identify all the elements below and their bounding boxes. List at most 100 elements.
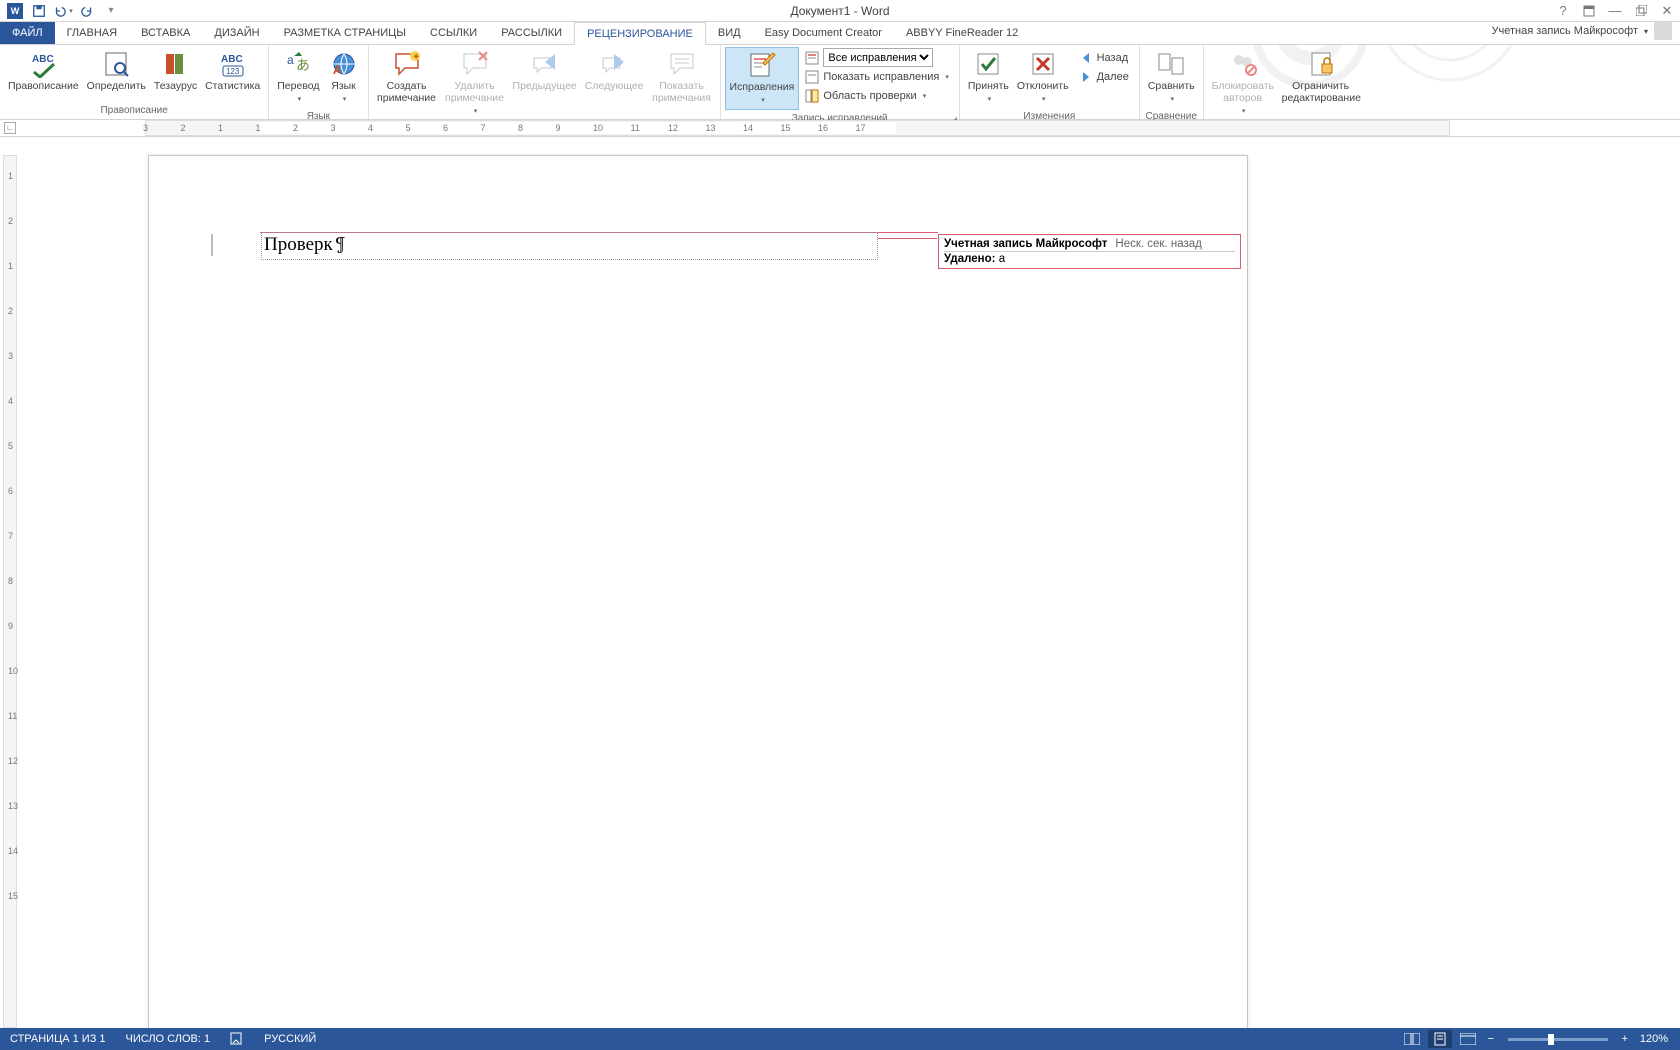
account-area[interactable]: Учетная запись Майкрософт ▾ xyxy=(1492,22,1672,40)
group-proofing: ABC Правописание Определить Тезаурус ABC… xyxy=(0,45,269,119)
tab-mailings[interactable]: РАССЫЛКИ xyxy=(489,22,574,44)
status-page[interactable]: СТРАНИЦА 1 ИЗ 1 xyxy=(0,1033,116,1045)
restrict-editing-button[interactable]: Ограничить редактирование xyxy=(1278,47,1364,106)
document-text[interactable]: Проверк xyxy=(262,231,335,257)
restore-icon[interactable] xyxy=(1628,1,1654,21)
delete-comment-icon xyxy=(459,49,491,79)
balloon-deleted-label: Удалено: xyxy=(944,253,995,265)
tab-abbyy[interactable]: ABBYY FineReader 12 xyxy=(894,22,1030,44)
new-comment-button[interactable]: ✦ Создать примечание xyxy=(373,47,441,106)
track-changes-button[interactable]: Исправления▾ xyxy=(725,47,800,110)
prev-comment-button: Предыдущее xyxy=(509,47,581,94)
previous-change-button[interactable]: Назад xyxy=(1075,48,1133,67)
next-change-icon xyxy=(1079,70,1093,84)
group-tracking: Исправления▾ Все исправления Показать ис… xyxy=(721,45,960,119)
language-button[interactable]: A Язык▾ xyxy=(324,47,364,108)
word-count-button[interactable]: ABC123 Статистика xyxy=(201,47,264,94)
display-for-review-dropdown[interactable]: Все исправления xyxy=(801,48,952,67)
tab-home[interactable]: ГЛАВНАЯ xyxy=(55,22,129,44)
tab-review[interactable]: РЕЦЕНЗИРОВАНИЕ xyxy=(574,22,706,45)
next-change-button[interactable]: Далее xyxy=(1075,67,1133,86)
vertical-ruler[interactable]: 12123456789101112131415 xyxy=(0,137,20,1028)
title-bar: W ▾ ▾ Документ1 - Word ? — ✕ xyxy=(0,0,1680,22)
balloon-deleted-text: а xyxy=(999,253,1005,265)
word-app-icon[interactable]: W xyxy=(4,1,26,21)
balloon-author: Учетная запись Майкрософт xyxy=(944,238,1107,250)
next-comment-icon xyxy=(598,49,630,79)
tab-view[interactable]: ВИД xyxy=(706,22,753,44)
group-protect: Блокировать авторов▾ Ограничить редактир… xyxy=(1204,45,1368,119)
tab-file[interactable]: ФАЙЛ xyxy=(0,22,55,44)
spelling-icon: ABC xyxy=(27,49,59,79)
new-comment-icon: ✦ xyxy=(391,49,423,79)
avatar-icon xyxy=(1654,22,1672,40)
minimize-icon[interactable]: — xyxy=(1602,1,1628,21)
save-icon[interactable] xyxy=(28,1,50,21)
help-icon[interactable]: ? xyxy=(1550,1,1576,21)
show-markup-button[interactable]: Показать исправления▾ xyxy=(801,67,952,86)
revision-balloon[interactable]: Учетная запись Майкрософт Неск. сек. наз… xyxy=(938,234,1241,269)
compare-button[interactable]: Сравнить▾ xyxy=(1144,47,1199,108)
zoom-in-icon[interactable]: + xyxy=(1618,1033,1632,1045)
page[interactable]: Проверк¶ Учетная запись Майкрософт Неск.… xyxy=(148,155,1248,1028)
print-layout-icon[interactable] xyxy=(1428,1030,1452,1048)
balloon-time: Неск. сек. назад xyxy=(1115,238,1201,250)
previous-change-icon xyxy=(1079,51,1093,65)
redo-icon[interactable] xyxy=(76,1,98,21)
group-label-proofing: Правописание xyxy=(0,104,268,119)
stats-icon: ABC 123 xyxy=(217,49,249,79)
status-language[interactable]: РУССКИЙ xyxy=(254,1033,326,1045)
horizontal-ruler[interactable]: ∟ 3211234567891011121314151617 xyxy=(0,120,1680,137)
quick-access-toolbar: W ▾ ▾ xyxy=(0,1,122,21)
read-mode-icon[interactable] xyxy=(1400,1030,1424,1048)
status-word-count[interactable]: ЧИСЛО СЛОВ: 1 xyxy=(116,1033,221,1045)
status-proofing-icon[interactable] xyxy=(220,1031,254,1048)
text-selection-box[interactable]: Проверк¶ xyxy=(261,232,878,260)
ribbon-tabs: ФАЙЛ ГЛАВНАЯ ВСТАВКА ДИЗАЙН РАЗМЕТКА СТР… xyxy=(0,22,1680,44)
group-compare: Сравнить▾ Сравнение xyxy=(1140,45,1204,119)
document-area[interactable]: Проверк¶ Учетная запись Майкрософт Неск.… xyxy=(20,137,1680,1028)
define-icon xyxy=(100,49,132,79)
delete-comment-button: Удалить примечание▾ xyxy=(441,47,509,120)
web-layout-icon[interactable] xyxy=(1456,1030,1480,1048)
show-markup-icon xyxy=(805,70,819,84)
svg-text:123: 123 xyxy=(226,67,240,76)
prev-comment-icon xyxy=(529,49,561,79)
group-changes: Принять▾ Отклонить▾ Назад Далее Изменени… xyxy=(960,45,1140,119)
group-language: aあ Перевод▾ A Язык▾ Язык xyxy=(269,45,368,119)
compare-icon xyxy=(1155,49,1187,79)
translate-button[interactable]: aあ Перевод▾ xyxy=(273,47,323,108)
display-review-select[interactable]: Все исправления xyxy=(823,48,933,67)
tab-references[interactable]: ССЫЛКИ xyxy=(418,22,489,44)
paragraph-mark-icon: ¶ xyxy=(335,233,346,255)
tab-design[interactable]: ДИЗАЙН xyxy=(202,22,271,44)
tab-selector-icon[interactable]: ∟ xyxy=(4,122,16,134)
zoom-level[interactable]: 120% xyxy=(1636,1033,1672,1045)
accept-icon xyxy=(972,49,1004,79)
show-comments-button: Показать примечания xyxy=(648,47,716,106)
svg-text:A: A xyxy=(333,63,342,77)
svg-text:ABC: ABC xyxy=(32,54,54,65)
undo-icon[interactable]: ▾ xyxy=(52,1,74,21)
tab-layout[interactable]: РАЗМЕТКА СТРАНИЦЫ xyxy=(272,22,418,44)
change-bar[interactable] xyxy=(211,234,213,256)
tab-easy-document-creator[interactable]: Easy Document Creator xyxy=(753,22,894,44)
zoom-out-icon[interactable]: − xyxy=(1484,1033,1498,1045)
reject-icon xyxy=(1027,49,1059,79)
block-authors-button: Блокировать авторов▾ xyxy=(1208,47,1278,120)
spelling-button[interactable]: ABC Правописание xyxy=(4,47,83,94)
accept-button[interactable]: Принять▾ xyxy=(964,47,1013,108)
reject-button[interactable]: Отклонить▾ xyxy=(1013,47,1073,108)
workspace: 12123456789101112131415 Проверк¶ Учетная… xyxy=(0,137,1680,1028)
qat-customize-icon[interactable]: ▾ xyxy=(100,1,122,21)
thesaurus-button[interactable]: Тезаурус xyxy=(150,47,201,94)
zoom-slider[interactable] xyxy=(1508,1038,1608,1041)
ribbon-display-icon[interactable] xyxy=(1576,1,1602,21)
account-label: Учетная запись Майкрософт xyxy=(1492,25,1638,37)
reviewing-pane-button[interactable]: Область проверки▾ xyxy=(801,86,952,105)
define-button[interactable]: Определить xyxy=(83,47,150,94)
tab-insert[interactable]: ВСТАВКА xyxy=(129,22,202,44)
svg-text:ABC: ABC xyxy=(221,54,243,65)
translate-icon: aあ xyxy=(282,49,314,79)
close-icon[interactable]: ✕ xyxy=(1654,1,1680,21)
